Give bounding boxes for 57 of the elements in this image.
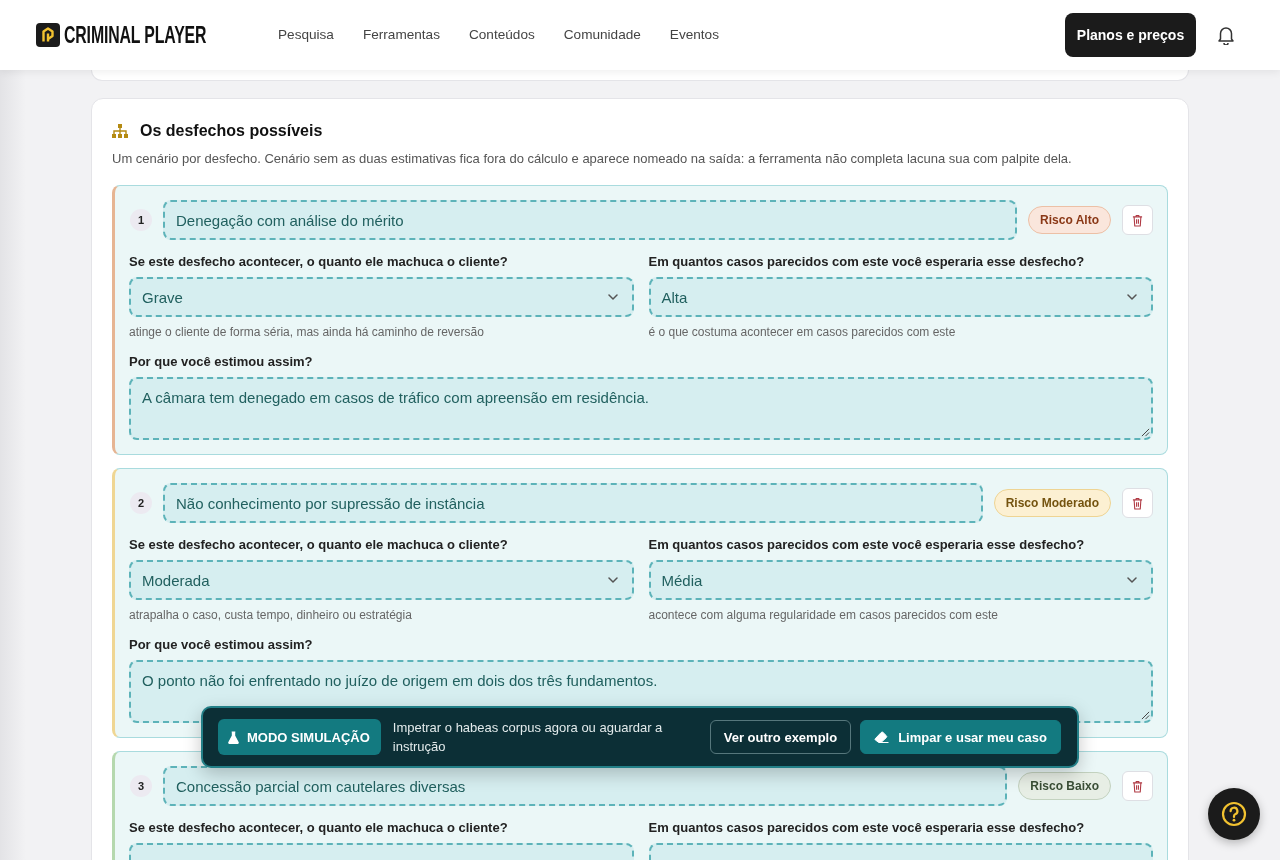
plans-button[interactable]: Planos e preços bbox=[1065, 13, 1196, 57]
field-label: Em quantos casos parecidos com este você esperaria esse desfecho? bbox=[648, 536, 1086, 554]
section-description: Um cenário por desfecho. Cenário sem as duas estimativas fica fora do cálculo e aparece nomeado na saída: a ferramenta não completa lacuna sua com palpite dela. bbox=[112, 150, 1073, 168]
field-label: Se este desfecho acontecer, o quanto ele machuca o cliente? bbox=[129, 819, 509, 837]
dropdown[interactable]: Alta bbox=[648, 277, 1153, 317]
dropdown[interactable]: Moderada bbox=[129, 560, 634, 600]
hierarchy-icon bbox=[112, 124, 128, 138]
dropdown[interactable]: Média bbox=[648, 560, 1153, 600]
field-label: Em quantos casos parecidos com este você esperaria esse desfecho? bbox=[648, 819, 1086, 837]
chevron-down-icon bbox=[1127, 294, 1137, 300]
dropdown[interactable]: Grave bbox=[129, 277, 634, 317]
field-label: Se este desfecho acontecer, o quanto ele machuca o cliente? bbox=[129, 253, 509, 271]
nav-link[interactable]: Pesquisa bbox=[278, 26, 334, 44]
hint-text: é o que costuma acontecer em casos parecidos com este bbox=[648, 324, 957, 340]
step-number: 3 bbox=[130, 775, 152, 797]
chevron-down-icon bbox=[607, 294, 618, 300]
field-label: Por que você estimou assim? bbox=[129, 636, 314, 654]
delete-button[interactable] bbox=[1122, 488, 1153, 518]
resize-grip-icon[interactable] bbox=[1141, 428, 1150, 437]
nav-link[interactable]: Ferramentas bbox=[362, 26, 440, 44]
help-icon bbox=[1221, 801, 1247, 827]
bell-icon[interactable] bbox=[1218, 25, 1234, 45]
title-input[interactable]: Não conhecimento por supressão de instância bbox=[163, 483, 983, 523]
step-number: 1 bbox=[130, 209, 152, 231]
field-label: Por que você estimou assim? bbox=[129, 353, 314, 371]
example-button[interactable]: Ver outro exemplo bbox=[709, 720, 852, 754]
trash-icon bbox=[1132, 779, 1143, 793]
help-button[interactable] bbox=[1208, 788, 1260, 840]
chevron-down-icon bbox=[607, 577, 618, 583]
clear-button[interactable]: Limpar e usar meu caso bbox=[860, 720, 1061, 754]
field-label: Se este desfecho acontecer, o quanto ele machuca o cliente? bbox=[129, 536, 509, 554]
risk-badge: Risco Alto bbox=[1028, 206, 1111, 234]
trash-icon bbox=[1132, 496, 1143, 510]
mode-badge: MODO SIMULAÇÃO bbox=[218, 719, 381, 755]
step-number: 2 bbox=[130, 492, 152, 514]
nav-link[interactable]: Eventos bbox=[669, 26, 719, 44]
text-area[interactable]: A câmara tem denegado em casos de tráfico com apreensão em residência. bbox=[129, 377, 1153, 440]
delete-button[interactable] bbox=[1122, 205, 1153, 235]
eraser-icon bbox=[874, 731, 891, 743]
flask-icon bbox=[228, 730, 239, 744]
nav-link[interactable]: Conteúdos bbox=[469, 26, 535, 44]
hint-text: acontece com alguma regularidade em casos parecidos com este bbox=[648, 607, 1000, 623]
nav-link[interactable]: Comunidade bbox=[563, 26, 641, 44]
risk-badge: Risco Moderado bbox=[993, 489, 1111, 517]
trash-icon bbox=[1132, 213, 1143, 227]
title-input[interactable]: Denegação com análise do mérito bbox=[163, 200, 1018, 240]
hint-text: atrapalha o caso, custa tempo, dinheiro ou estratégia bbox=[129, 607, 413, 623]
field-label: Em quantos casos parecidos com este você esperaria esse desfecho? bbox=[648, 253, 1086, 271]
delete-button[interactable] bbox=[1122, 771, 1153, 801]
title-input[interactable]: Concessão parcial com cautelares diversas bbox=[163, 766, 1008, 806]
risk-badge: Risco Baixo bbox=[1018, 772, 1111, 800]
chevron-down-icon bbox=[1127, 577, 1137, 583]
section-title: Os desfechos possíveis bbox=[140, 121, 323, 141]
logo-icon[interactable] bbox=[36, 23, 60, 47]
hint-text: atinge o cliente de forma séria, mas ainda há caminho de reversão bbox=[129, 324, 485, 340]
resize-grip-icon[interactable] bbox=[1141, 711, 1150, 720]
brand-name[interactable]: CRIMINAL PLAYER bbox=[64, 23, 207, 47]
